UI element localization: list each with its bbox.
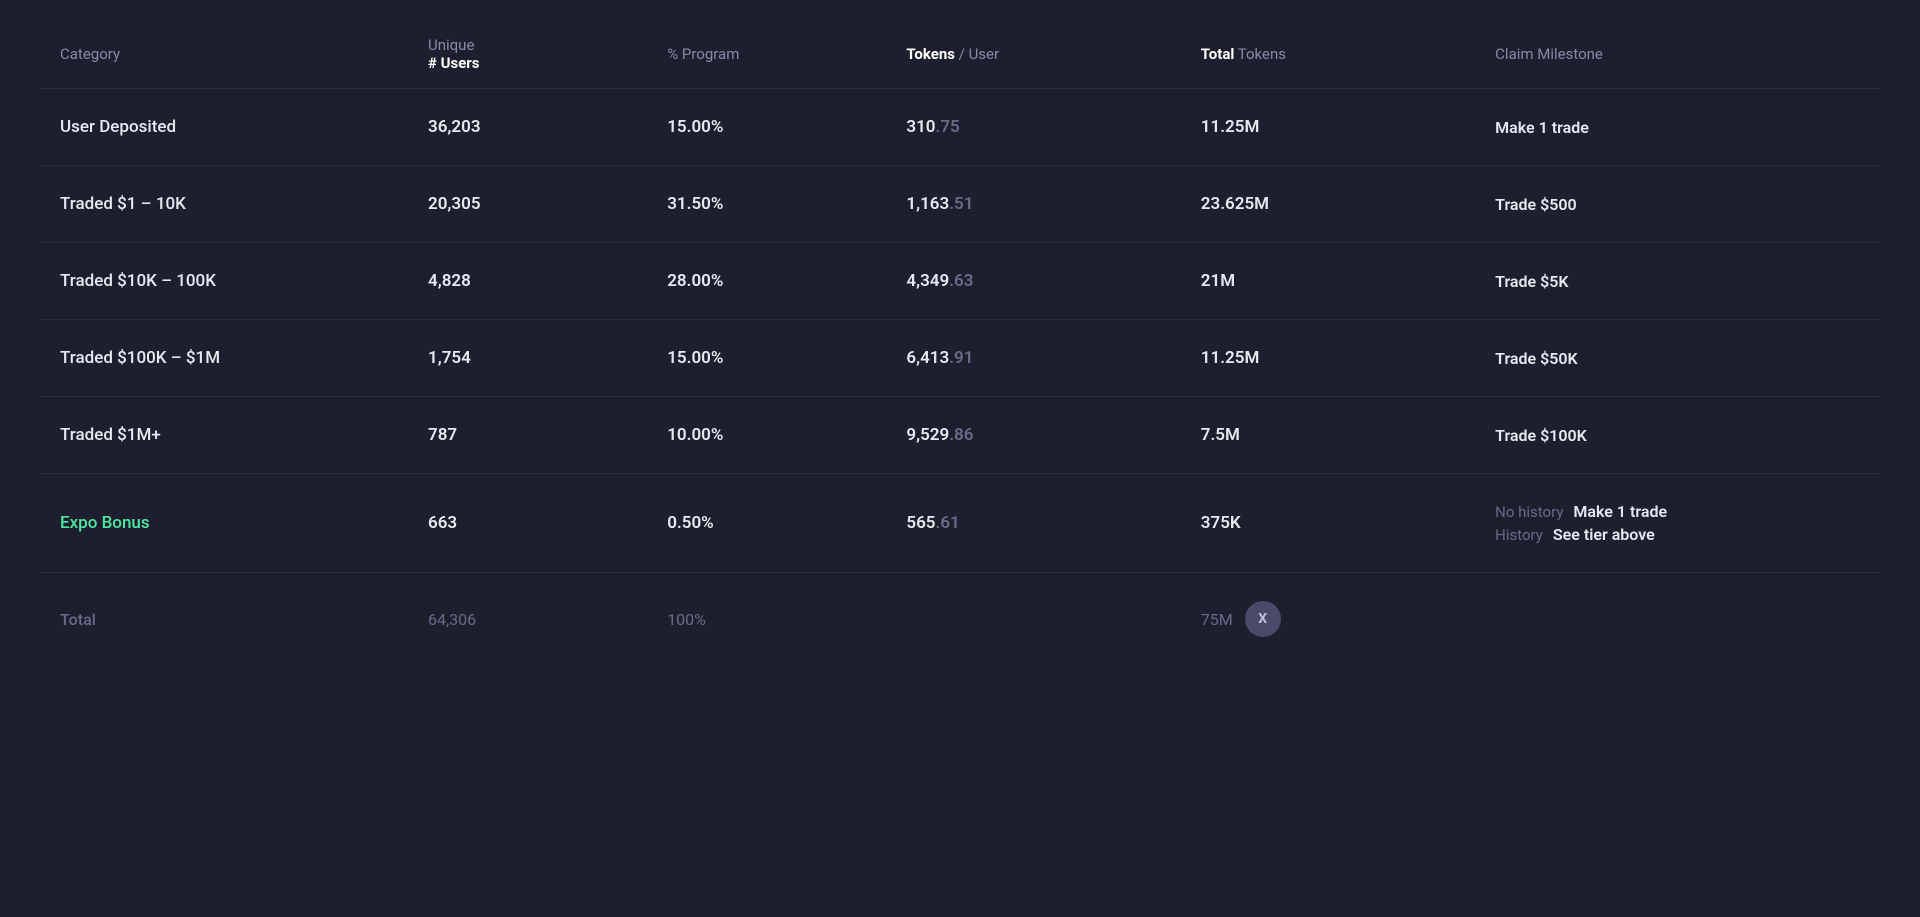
history-value: See tier above — [1553, 525, 1655, 544]
cell-program: 0.50% — [647, 474, 886, 573]
no-history-label: No history — [1495, 503, 1563, 521]
milestone-expo-history: History See tier above — [1495, 525, 1860, 544]
history-label: History — [1495, 526, 1543, 544]
cell-category: Traded $10K – 100K — [40, 243, 408, 320]
x-badge: X — [1245, 601, 1281, 637]
col-tokens-user: Tokens / User — [886, 20, 1180, 89]
cell-category: Traded $100K – $1M — [40, 320, 408, 397]
cell-program: 31.50% — [647, 166, 886, 243]
cell-total-tokens: 11.25M — [1181, 320, 1475, 397]
cell-milestone: Trade $5K — [1475, 243, 1880, 320]
total-tokens: 75M X — [1181, 573, 1475, 666]
milestone-expo-no-history: No history Make 1 trade — [1495, 502, 1860, 521]
cell-program: 28.00% — [647, 243, 886, 320]
cell-users: 20,305 — [408, 166, 647, 243]
total-label: Total — [40, 573, 408, 666]
total-tokens-container: 75M X — [1201, 601, 1455, 637]
cell-users: 36,203 — [408, 89, 647, 166]
cell-program: 15.00% — [647, 89, 886, 166]
cell-program: 10.00% — [647, 397, 886, 474]
table-container: Category Unique # Users % Program Tokens… — [0, 0, 1920, 685]
total-tokens-user-empty — [886, 573, 1180, 666]
total-program: 100% — [647, 573, 886, 666]
cell-total-tokens: 375K — [1181, 474, 1475, 573]
total-row: Total64,306100% 75M X — [40, 573, 1880, 666]
cell-category: Traded $1M+ — [40, 397, 408, 474]
table-header-row: Category Unique # Users % Program Tokens… — [40, 20, 1880, 89]
cell-tokens-user: 6,413.91 — [886, 320, 1180, 397]
cell-users: 1,754 — [408, 320, 647, 397]
total-milestone-empty — [1475, 573, 1880, 666]
table-row: User Deposited36,20315.00%310.7511.25MMa… — [40, 89, 1880, 166]
cell-category: User Deposited — [40, 89, 408, 166]
table-row: Traded $1 – 10K20,30531.50%1,163.5123.62… — [40, 166, 1880, 243]
col-total-tokens: Total Tokens — [1181, 20, 1475, 89]
cell-tokens-user: 565.61 — [886, 474, 1180, 573]
table-row: Traded $10K – 100K4,82828.00%4,349.6321M… — [40, 243, 1880, 320]
total-users: 64,306 — [408, 573, 647, 666]
cell-program: 15.00% — [647, 320, 886, 397]
cell-milestone: Trade $500 — [1475, 166, 1880, 243]
cell-milestone: No history Make 1 trade History See tier… — [1475, 474, 1880, 573]
cell-category: Traded $1 – 10K — [40, 166, 408, 243]
cell-tokens-user: 9,529.86 — [886, 397, 1180, 474]
cell-category: Expo Bonus — [40, 474, 408, 573]
no-history-value: Make 1 trade — [1573, 502, 1667, 521]
col-category: Category — [40, 20, 408, 89]
cell-total-tokens: 21M — [1181, 243, 1475, 320]
cell-tokens-user: 1,163.51 — [886, 166, 1180, 243]
cell-tokens-user: 4,349.63 — [886, 243, 1180, 320]
cell-users: 4,828 — [408, 243, 647, 320]
cell-milestone: Make 1 trade — [1475, 89, 1880, 166]
col-claim-milestone: Claim Milestone — [1475, 20, 1880, 89]
cell-total-tokens: 7.5M — [1181, 397, 1475, 474]
cell-milestone: Trade $50K — [1475, 320, 1880, 397]
col-users: Unique # Users — [408, 20, 647, 89]
col-program: % Program — [647, 20, 886, 89]
cell-total-tokens: 23.625M — [1181, 166, 1475, 243]
cell-users: 663 — [408, 474, 647, 573]
table-row: Traded $1M+78710.00%9,529.867.5MTrade $1… — [40, 397, 1880, 474]
cell-users: 787 — [408, 397, 647, 474]
cell-total-tokens: 11.25M — [1181, 89, 1475, 166]
data-table: Category Unique # Users % Program Tokens… — [40, 20, 1880, 665]
milestone-expo: No history Make 1 trade History See tier… — [1495, 502, 1860, 544]
table-row: Expo Bonus6630.50%565.61375K No history … — [40, 474, 1880, 573]
cell-milestone: Trade $100K — [1475, 397, 1880, 474]
total-tokens-value: 75M — [1201, 610, 1233, 629]
table-row: Traded $100K – $1M1,75415.00%6,413.9111.… — [40, 320, 1880, 397]
cell-tokens-user: 310.75 — [886, 89, 1180, 166]
